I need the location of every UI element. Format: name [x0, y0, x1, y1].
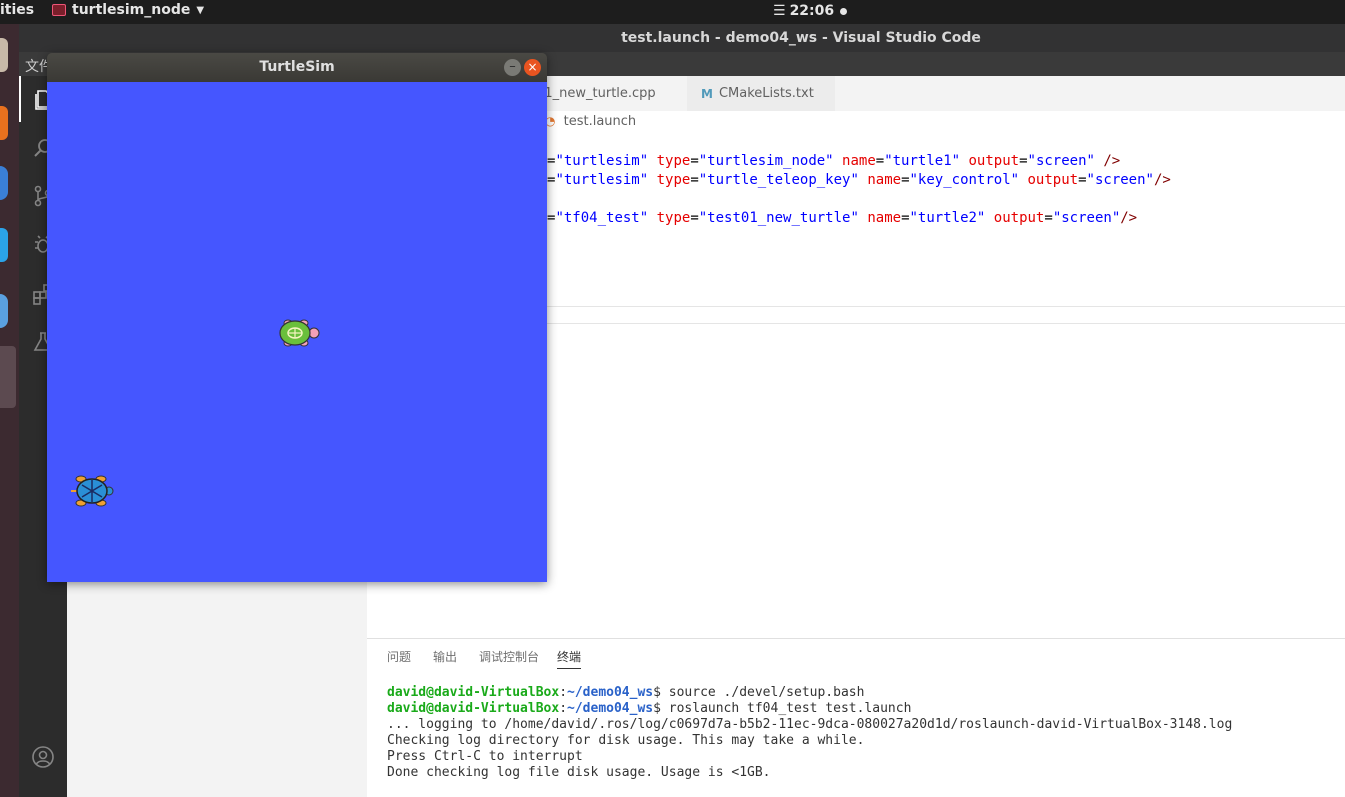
tab-terminal[interactable]: 终端 — [557, 648, 582, 669]
cmake-icon: M — [701, 86, 713, 101]
code-line: ="turtlesim" type="turtlesim_node" name=… — [547, 153, 1121, 169]
ubuntu-dock — [0, 24, 19, 797]
system-top-bar: ities turtlesim_node ▼ ☰ 22:06 — [0, 0, 1345, 24]
tab-label: t01_new_turtle.cpp — [531, 86, 656, 101]
tab-output[interactable]: 输出 — [433, 648, 457, 665]
app-menu-label: turtlesim_node — [72, 2, 191, 18]
app-menu[interactable]: turtlesim_node ▼ — [52, 2, 204, 18]
dock-active-app[interactable] — [0, 346, 16, 408]
turtlesim-canvas — [47, 82, 547, 582]
dock-app-icon[interactable] — [0, 228, 8, 262]
turtle2-icon — [71, 475, 114, 507]
breadcrumb-label: test.launch — [563, 114, 637, 129]
code-line: ="tf04_test" type="test01_new_turtle" na… — [547, 210, 1138, 226]
code-line: ="turtlesim" type="turtle_teleop_key" na… — [547, 172, 1171, 188]
turtle1-icon — [279, 319, 320, 347]
notification-icon: ☰ — [773, 3, 786, 19]
clock[interactable]: ☰ 22:06 — [773, 3, 848, 19]
terminal-line: Checking log directory for disk usage. T… — [387, 733, 865, 748]
chevron-down-icon: ▼ — [196, 4, 205, 16]
minimize-button[interactable]: – — [504, 59, 521, 76]
turtlesim-title: TurtleSim — [259, 59, 335, 75]
activities-button[interactable]: ities — [0, 2, 34, 18]
turtlesim-window[interactable]: TurtleSim – × — [47, 53, 547, 582]
window-title-bar: test.launch - demo04_ws - Visual Studio … — [19, 24, 1345, 52]
tab-label: CMakeLists.txt — [718, 86, 814, 101]
breadcrumb-item[interactable]: ◔ test.launch — [545, 114, 636, 129]
dock-app-icon[interactable] — [0, 38, 8, 72]
close-button[interactable]: × — [524, 59, 541, 76]
turtlesim-title-bar[interactable]: TurtleSim — [47, 53, 547, 82]
tab-problems[interactable]: 问题 — [387, 648, 411, 665]
turtlesim-app-icon — [52, 4, 66, 16]
dock-app-icon[interactable] — [0, 294, 8, 328]
terminal-line: Done checking log file disk usage. Usage… — [387, 765, 771, 780]
notification-dot-icon — [840, 7, 848, 15]
clock-time: 22:06 — [789, 3, 835, 19]
tab-cmakelists[interactable]: M CMakeLists.txt — [687, 76, 835, 111]
dock-app-icon[interactable] — [0, 106, 8, 140]
terminal-line: david@david-VirtualBox:~/demo04_ws$ sour… — [387, 685, 865, 700]
terminal-line: ... logging to /home/david/.ros/log/c069… — [387, 717, 1233, 732]
terminal-line: Press Ctrl-C to interrupt — [387, 749, 583, 764]
tab-debug-console[interactable]: 调试控制台 — [479, 648, 539, 665]
dock-app-icon[interactable] — [0, 166, 8, 200]
terminal[interactable]: david@david-VirtualBox:~/demo04_ws$ sour… — [387, 685, 1232, 781]
window-title: test.launch - demo04_ws - Visual Studio … — [621, 30, 981, 46]
account-icon[interactable] — [31, 745, 55, 769]
bottom-panel: 问题 输出 调试控制台 终端 david@david-VirtualBox:~/… — [367, 638, 1345, 797]
terminal-line: david@david-VirtualBox:~/demo04_ws$ rosl… — [387, 701, 912, 716]
active-indicator — [19, 76, 21, 122]
